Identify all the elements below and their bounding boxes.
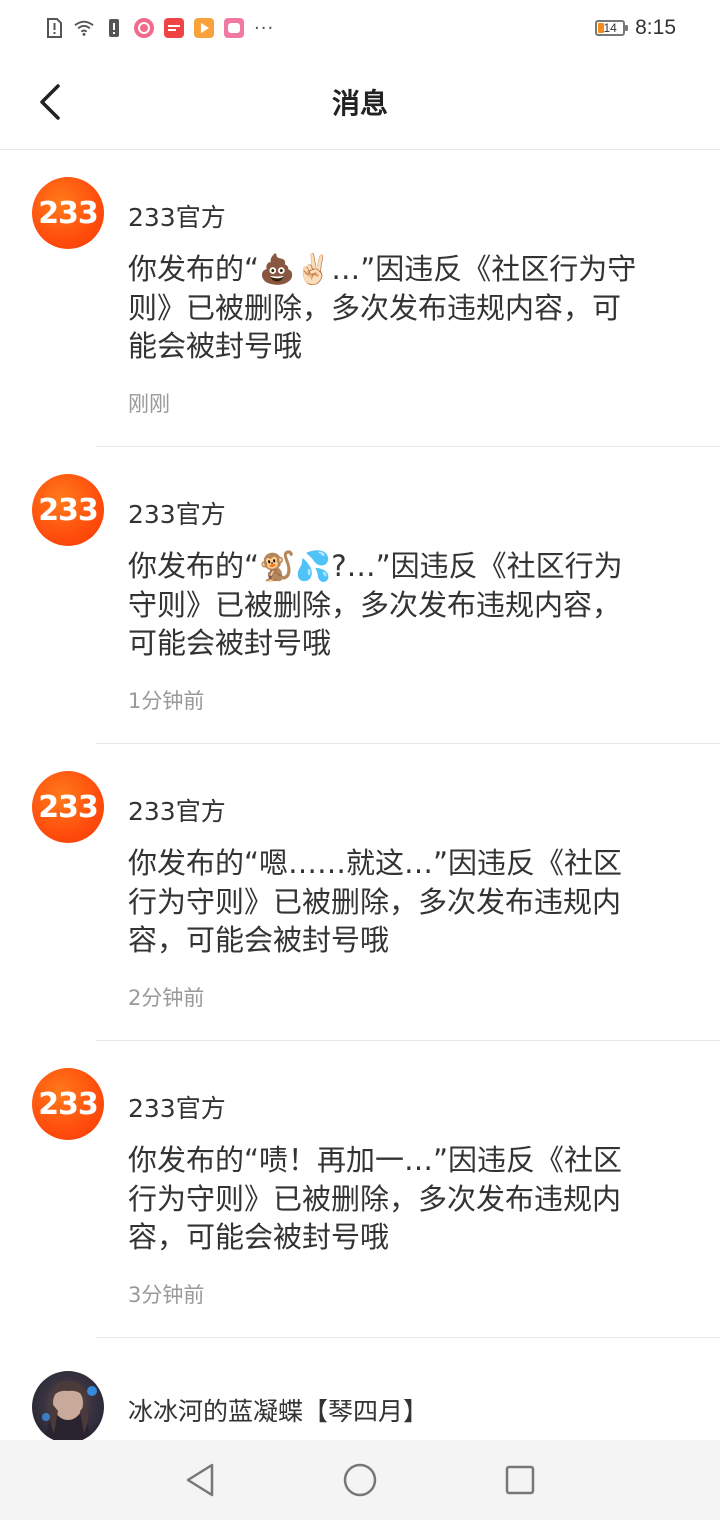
message-list: 233 233官方 你发布的“💩✌🏻…”因违反《社区行为守则》已被删除，多次发布… (0, 150, 720, 1448)
message-time: 1分钟前 (128, 689, 205, 713)
avatar[interactable]: 233 (32, 1068, 104, 1140)
avatar[interactable]: 233 (32, 771, 104, 843)
message-time: 3分钟前 (128, 1283, 205, 1307)
sim-alert-icon (44, 18, 64, 38)
battery-icon: 14 (595, 20, 629, 36)
message-time: 2分钟前 (128, 986, 205, 1010)
more-notifications-icon: ··· (254, 17, 275, 39)
message-text: 你发布的“🐒💦?…”因违反《社区行为守则》已被删除，多次发布违规内容，可能会被封… (128, 549, 623, 660)
video-app-icon (194, 18, 214, 38)
sender-name: 233官方 (128, 797, 226, 826)
status-icons-right: 14 8:15 (595, 14, 676, 42)
triangle-back-icon (186, 1463, 214, 1497)
sender-name: 冰冰河的蓝凝蝶【琴四月】 (128, 1397, 429, 1426)
avatar[interactable]: 233 (32, 177, 104, 249)
system-nav-bar (0, 1440, 720, 1520)
header: 消息 (0, 56, 720, 150)
sender-name: 233官方 (128, 203, 226, 232)
phone-alert-icon (104, 18, 124, 38)
message-time: 刚刚 (128, 392, 170, 416)
message-item[interactable]: 233 233官方 你发布的“💩✌🏻…”因违反《社区行为守则》已被删除，多次发布… (0, 150, 720, 447)
message-text: 你发布的“啧！再加一…”因违反《社区行为守则》已被删除，多次发布违规内容，可能会… (128, 1143, 623, 1254)
battery-level: 14 (603, 21, 617, 35)
shopping-app-icon (164, 18, 184, 38)
message-item[interactable]: 233 233官方 你发布的“嗯……就这…”因违反《社区行为守则》已被删除，多次… (0, 744, 720, 1041)
sender-name: 233官方 (128, 1094, 226, 1123)
avatar-logo-text: 233 (38, 789, 99, 825)
status-icons-left: ··· (44, 14, 274, 42)
avatar-logo-text: 233 (38, 195, 99, 231)
avatar[interactable] (32, 1371, 104, 1443)
status-time: 8:15 (635, 16, 676, 39)
anime-character-icon (42, 1380, 97, 1443)
nav-home-button[interactable] (342, 1462, 378, 1498)
status-bar: ··· 14 8:15 (0, 0, 720, 56)
message-text: 你发布的“💩✌🏻…”因违反《社区行为守则》已被删除，多次发布违规内容，可能会被封… (128, 252, 637, 363)
avatar-logo-text: 233 (38, 492, 99, 528)
sender-name: 233官方 (128, 500, 226, 529)
message-item[interactable]: 冰冰河的蓝凝蝶【琴四月】 (0, 1338, 720, 1448)
page-title: 消息 (331, 87, 388, 120)
nav-back-button[interactable] (182, 1462, 218, 1498)
wifi-icon (74, 18, 94, 38)
message-text: 你发布的“嗯……就这…”因违反《社区行为守则》已被删除，多次发布违规内容，可能会… (128, 846, 623, 957)
square-recents-icon (505, 1465, 535, 1495)
avatar-logo-text: 233 (38, 1086, 99, 1122)
avatar[interactable]: 233 (32, 474, 104, 546)
nav-recents-button[interactable] (502, 1462, 538, 1498)
social-app-icon (224, 18, 244, 38)
message-item[interactable]: 233 233官方 你发布的“啧！再加一…”因违反《社区行为守则》已被删除，多次… (0, 1041, 720, 1338)
circle-home-icon (343, 1463, 377, 1497)
app-notification-icon (134, 18, 154, 38)
message-item[interactable]: 233 233官方 你发布的“🐒💦?…”因违反《社区行为守则》已被删除，多次发布… (0, 447, 720, 744)
